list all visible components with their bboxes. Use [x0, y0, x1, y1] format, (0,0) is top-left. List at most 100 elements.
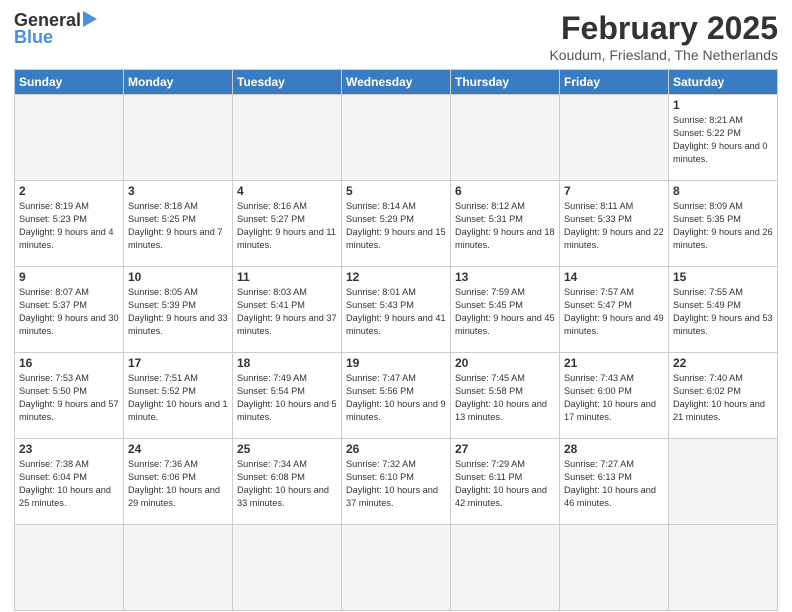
header-tuesday: Tuesday: [233, 70, 342, 95]
table-row: 26Sunrise: 7:32 AM Sunset: 6:10 PM Dayli…: [342, 439, 451, 525]
day-number: 14: [564, 270, 664, 284]
day-info: Sunrise: 8:18 AM Sunset: 5:25 PM Dayligh…: [128, 200, 228, 252]
day-number: 8: [673, 184, 773, 198]
table-row: [233, 525, 342, 611]
header-sunday: Sunday: [15, 70, 124, 95]
table-row: 4 Sunrise: 8:16 AM Sunset: 5:27 PM Daylig…: [233, 181, 342, 267]
table-row: [451, 525, 560, 611]
day-number: 4: [237, 184, 337, 198]
title-block: February 2025 Koudum, Friesland, The Net…: [549, 10, 778, 63]
day-number: 5: [346, 184, 446, 198]
day-info: Sunrise: 7:47 AM Sunset: 5:56 PM Dayligh…: [346, 372, 446, 424]
table-row: [124, 525, 233, 611]
table-row: 15Sunrise: 7:55 AM Sunset: 5:49 PM Dayli…: [669, 267, 778, 353]
table-row: 23 Sunrise: 7:38 AM Sunset: 6:04 PM Dayli…: [15, 439, 124, 525]
day-number: 2: [19, 184, 119, 198]
day-number: 3: [128, 184, 228, 198]
day-info: Sunrise: 7:36 AM Sunset: 6:06 PM Dayligh…: [128, 458, 228, 510]
header-friday: Friday: [560, 70, 669, 95]
day-info: Sunrise: 7:57 AM Sunset: 5:47 PM Dayligh…: [564, 286, 664, 338]
table-row: 7Sunrise: 8:11 AM Sunset: 5:33 PM Daylig…: [560, 181, 669, 267]
day-info: Sunrise: 8:21 AM Sunset: 5:22 PM Dayligh…: [673, 114, 773, 166]
day-number: 17: [128, 356, 228, 370]
logo-arrow-icon: [83, 11, 97, 27]
table-row: [233, 95, 342, 181]
table-row: 8Sunrise: 8:09 AM Sunset: 5:35 PM Daylig…: [669, 181, 778, 267]
table-row: [451, 95, 560, 181]
header-wednesday: Wednesday: [342, 70, 451, 95]
calendar-row: [15, 525, 778, 611]
table-row: [669, 439, 778, 525]
day-number: 27: [455, 442, 555, 456]
table-row: 1Sunrise: 8:21 AM Sunset: 5:22 PM Daylig…: [669, 95, 778, 181]
table-row: 20Sunrise: 7:45 AM Sunset: 5:58 PM Dayli…: [451, 353, 560, 439]
day-number: 22: [673, 356, 773, 370]
day-number: 18: [237, 356, 337, 370]
day-number: 16: [19, 356, 119, 370]
header-thursday: Thursday: [451, 70, 560, 95]
day-number: 21: [564, 356, 664, 370]
table-row: 5 Sunrise: 8:14 AM Sunset: 5:29 PM Daylig…: [342, 181, 451, 267]
calendar-row: 23 Sunrise: 7:38 AM Sunset: 6:04 PM Dayli…: [15, 439, 778, 525]
day-info: Sunrise: 7:49 AM Sunset: 5:54 PM Dayligh…: [237, 372, 337, 424]
day-number: 20: [455, 356, 555, 370]
table-row: 3 Sunrise: 8:18 AM Sunset: 5:25 PM Daylig…: [124, 181, 233, 267]
table-row: 18 Sunrise: 7:49 AM Sunset: 5:54 PM Dayli…: [233, 353, 342, 439]
day-number: 13: [455, 270, 555, 284]
table-row: 10Sunrise: 8:05 AM Sunset: 5:39 PM Dayli…: [124, 267, 233, 353]
header-saturday: Saturday: [669, 70, 778, 95]
table-row: [669, 525, 778, 611]
calendar-row: 9 Sunrise: 8:07 AM Sunset: 5:37 PM Daylig…: [15, 267, 778, 353]
day-info: Sunrise: 8:11 AM Sunset: 5:33 PM Dayligh…: [564, 200, 664, 252]
table-row: [560, 525, 669, 611]
calendar-row: 2 Sunrise: 8:19 AM Sunset: 5:23 PM Daylig…: [15, 181, 778, 267]
day-info: Sunrise: 8:16 AM Sunset: 5:27 PM Dayligh…: [237, 200, 337, 252]
day-info: Sunrise: 8:12 AM Sunset: 5:31 PM Dayligh…: [455, 200, 555, 252]
day-info: Sunrise: 7:32 AM Sunset: 6:10 PM Dayligh…: [346, 458, 446, 510]
day-info: Sunrise: 8:07 AM Sunset: 5:37 PM Dayligh…: [19, 286, 119, 338]
day-info: Sunrise: 7:53 AM Sunset: 5:50 PM Dayligh…: [19, 372, 119, 424]
table-row: 25Sunrise: 7:34 AM Sunset: 6:08 PM Dayli…: [233, 439, 342, 525]
day-number: 12: [346, 270, 446, 284]
table-row: [560, 95, 669, 181]
table-row: [124, 95, 233, 181]
day-info: Sunrise: 8:01 AM Sunset: 5:43 PM Dayligh…: [346, 286, 446, 338]
table-row: 11 Sunrise: 8:03 AM Sunset: 5:41 PM Dayli…: [233, 267, 342, 353]
calendar-header-row: Sunday Monday Tuesday Wednesday Thursday…: [15, 70, 778, 95]
table-row: 16 Sunrise: 7:53 AM Sunset: 5:50 PM Dayli…: [15, 353, 124, 439]
table-row: 28 Sunrise: 7:27 AM Sunset: 6:13 PM Dayli…: [560, 439, 669, 525]
day-info: Sunrise: 7:38 AM Sunset: 6:04 PM Dayligh…: [19, 458, 119, 510]
day-info: Sunrise: 8:03 AM Sunset: 5:41 PM Dayligh…: [237, 286, 337, 338]
day-number: 11: [237, 270, 337, 284]
day-number: 23: [19, 442, 119, 456]
day-number: 9: [19, 270, 119, 284]
location-subtitle: Koudum, Friesland, The Netherlands: [549, 47, 778, 63]
day-info: Sunrise: 7:29 AM Sunset: 6:11 PM Dayligh…: [455, 458, 555, 510]
table-row: [15, 95, 124, 181]
day-info: Sunrise: 8:14 AM Sunset: 5:29 PM Dayligh…: [346, 200, 446, 252]
table-row: 13 Sunrise: 7:59 AM Sunset: 5:45 PM Dayli…: [451, 267, 560, 353]
table-row: [15, 525, 124, 611]
calendar-row: 1Sunrise: 8:21 AM Sunset: 5:22 PM Daylig…: [15, 95, 778, 181]
day-number: 10: [128, 270, 228, 284]
table-row: 2 Sunrise: 8:19 AM Sunset: 5:23 PM Daylig…: [15, 181, 124, 267]
day-number: 15: [673, 270, 773, 284]
day-number: 28: [564, 442, 664, 456]
table-row: [342, 525, 451, 611]
page-header: General Blue February 2025 Koudum, Fries…: [14, 10, 778, 63]
table-row: 12 Sunrise: 8:01 AM Sunset: 5:43 PM Dayli…: [342, 267, 451, 353]
day-info: Sunrise: 7:40 AM Sunset: 6:02 PM Dayligh…: [673, 372, 773, 424]
table-row: 19 Sunrise: 7:47 AM Sunset: 5:56 PM Dayli…: [342, 353, 451, 439]
logo-blue-text: Blue: [14, 27, 53, 48]
calendar-row: 16 Sunrise: 7:53 AM Sunset: 5:50 PM Dayli…: [15, 353, 778, 439]
day-info: Sunrise: 7:51 AM Sunset: 5:52 PM Dayligh…: [128, 372, 228, 424]
table-row: 27 Sunrise: 7:29 AM Sunset: 6:11 PM Dayli…: [451, 439, 560, 525]
day-info: Sunrise: 7:59 AM Sunset: 5:45 PM Dayligh…: [455, 286, 555, 338]
day-info: Sunrise: 7:34 AM Sunset: 6:08 PM Dayligh…: [237, 458, 337, 510]
table-row: 6Sunrise: 8:12 AM Sunset: 5:31 PM Daylig…: [451, 181, 560, 267]
day-info: Sunrise: 8:19 AM Sunset: 5:23 PM Dayligh…: [19, 200, 119, 252]
month-year-title: February 2025: [549, 10, 778, 47]
table-row: 14 Sunrise: 7:57 AM Sunset: 5:47 PM Dayli…: [560, 267, 669, 353]
day-info: Sunrise: 7:27 AM Sunset: 6:13 PM Dayligh…: [564, 458, 664, 510]
day-number: 19: [346, 356, 446, 370]
